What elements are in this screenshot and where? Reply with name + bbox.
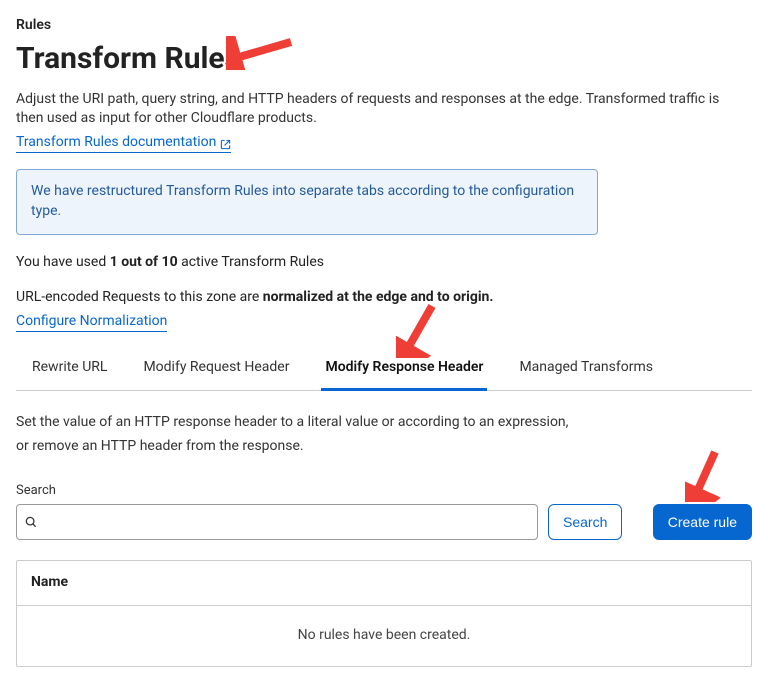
search-icon [24,515,38,529]
create-rule-button[interactable]: Create rule [653,504,752,540]
info-notice: We have restructured Transform Rules int… [16,169,598,234]
tab-rewrite-url[interactable]: Rewrite URL [28,350,111,391]
tab-description: Set the value of an HTTP response header… [16,413,752,456]
tab-desc-line2: or remove an HTTP header from the respon… [16,437,752,457]
breadcrumb: Rules [16,16,752,36]
search-input[interactable] [16,504,538,540]
tab-desc-line1: Set the value of an HTTP response header… [16,413,752,433]
usage-prefix: You have used [16,254,110,270]
usage-line: You have used 1 out of 10 active Transfo… [16,253,752,273]
tab-modify-request-header[interactable]: Modify Request Header [139,350,293,391]
external-link-icon [220,137,231,148]
search-button[interactable]: Search [548,504,622,540]
usage-suffix: active Transform Rules [178,254,324,270]
doc-link[interactable]: Transform Rules documentation [16,133,231,154]
annotation-arrow-create [685,448,725,502]
configure-normalization-link[interactable]: Configure Normalization [16,312,167,333]
normalization-strong: normalized at the edge and to origin. [263,289,494,305]
normalization-prefix: URL-encoded Requests to this zone are [16,289,263,305]
tab-modify-response-header[interactable]: Modify Response Header [321,350,487,391]
search-label: Search [16,482,538,500]
tabs: Rewrite URL Modify Request Header Modify… [16,350,752,391]
normalization-line: URL-encoded Requests to this zone are no… [16,288,752,308]
doc-link-label: Transform Rules documentation [16,133,216,153]
tab-managed-transforms[interactable]: Managed Transforms [515,350,657,391]
page-description: Adjust the URI path, query string, and H… [16,90,736,129]
table-empty-message: No rules have been created. [17,606,751,666]
usage-count: 1 out of 10 [110,254,178,270]
rules-table: Name No rules have been created. [16,560,752,666]
page-title: Transform Rules [16,38,240,80]
table-header-name: Name [17,561,751,606]
